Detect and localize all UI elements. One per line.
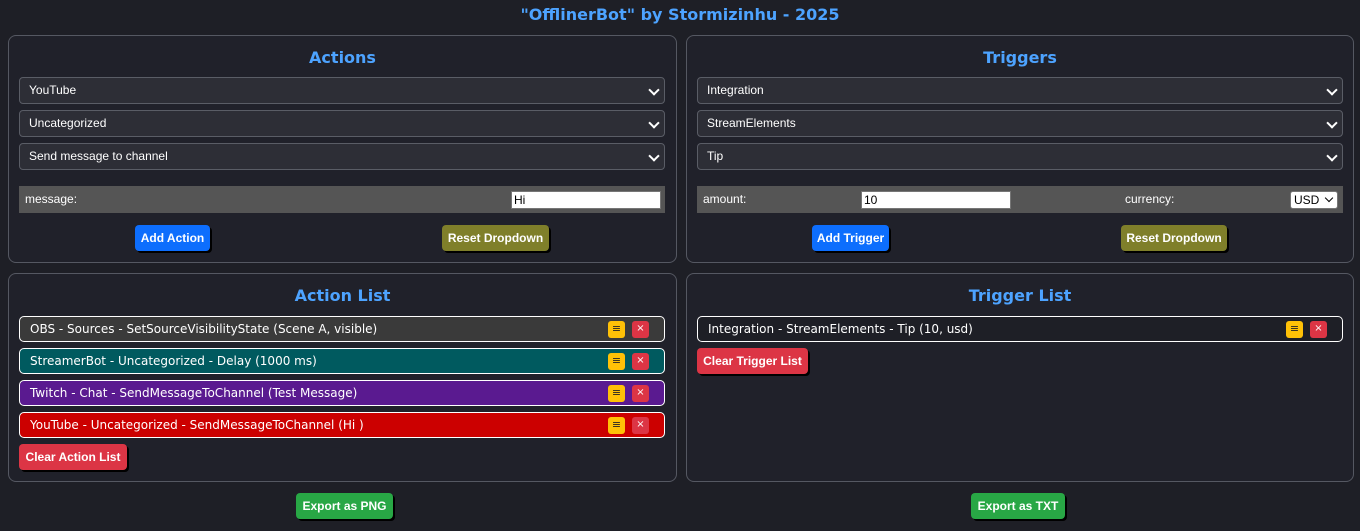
- edit-icon[interactable]: ≡: [608, 385, 625, 402]
- list-item-text: StreamerBot - Uncategorized - Delay (100…: [30, 354, 317, 368]
- list-item: StreamerBot - Uncategorized - Delay (100…: [19, 348, 665, 374]
- chevron-down-icon: [648, 84, 660, 96]
- currency-label: currency:: [1125, 192, 1175, 206]
- reset-dropdown-button[interactable]: Reset Dropdown: [442, 225, 549, 251]
- list-item: YouTube - Uncategorized - SendMessageToC…: [19, 412, 665, 438]
- currency-select[interactable]: USD: [1290, 191, 1338, 209]
- triggers-panel: Triggers Integration StreamElements Tip …: [686, 35, 1354, 263]
- delete-icon[interactable]: ×: [632, 353, 649, 370]
- message-field-row: message: Hi: [19, 186, 665, 213]
- edit-icon[interactable]: ≡: [1286, 321, 1303, 338]
- trigger-type-value: Integration: [707, 83, 764, 97]
- reset-trigger-dropdown-button[interactable]: Reset Dropdown: [1121, 225, 1227, 251]
- trigger-service-value: StreamElements: [707, 116, 796, 130]
- currency-value: USD: [1294, 193, 1320, 207]
- action-list-title: Action List: [294, 286, 391, 305]
- trigger-type-select[interactable]: Integration: [697, 77, 1343, 104]
- platform-select[interactable]: YouTube: [19, 77, 665, 104]
- delete-icon[interactable]: ×: [632, 321, 649, 338]
- list-item-text: YouTube - Uncategorized - SendMessageToC…: [30, 418, 364, 432]
- delete-icon[interactable]: ×: [632, 417, 649, 434]
- trigger-list-panel: Trigger List Integration - StreamElement…: [686, 273, 1354, 482]
- add-trigger-button[interactable]: Add Trigger: [812, 225, 889, 251]
- triggers-title: Triggers: [983, 48, 1057, 67]
- action-list-panel: Action List OBS - Sources - SetSourceVis…: [8, 273, 677, 482]
- message-label: message:: [25, 192, 78, 206]
- trigger-list-title: Trigger List: [968, 286, 1072, 305]
- edit-icon[interactable]: ≡: [608, 321, 625, 338]
- export-png-button[interactable]: Export as PNG: [296, 493, 393, 519]
- export-txt-button[interactable]: Export as TXT: [971, 493, 1065, 519]
- platform-select-value: YouTube: [29, 83, 77, 97]
- app-title: "OfflinerBot" by Stormizinhu - 2025: [520, 5, 840, 24]
- actions-panel: Actions YouTube Uncategorized Send messa…: [8, 35, 677, 263]
- chevron-down-icon: [1326, 117, 1338, 129]
- list-item: Integration - StreamElements - Tip (10, …: [697, 316, 1343, 342]
- chevron-down-icon: [1324, 193, 1334, 203]
- list-item: Twitch - Chat - SendMessageToChannel (Te…: [19, 380, 665, 406]
- chevron-down-icon: [1326, 150, 1338, 162]
- list-item: OBS - Sources - SetSourceVisibilityState…: [19, 316, 665, 342]
- action-select[interactable]: Send message to channel: [19, 143, 665, 170]
- chevron-down-icon: [648, 150, 660, 162]
- message-input[interactable]: Hi: [511, 191, 661, 209]
- trigger-event-select[interactable]: Tip: [697, 143, 1343, 170]
- list-item-text: Integration - StreamElements - Tip (10, …: [708, 322, 973, 336]
- trigger-event-value: Tip: [707, 149, 724, 163]
- category-select[interactable]: Uncategorized: [19, 110, 665, 137]
- action-select-value: Send message to channel: [29, 149, 168, 163]
- clear-action-list-button[interactable]: Clear Action List: [19, 444, 127, 470]
- clear-trigger-list-button[interactable]: Clear Trigger List: [697, 348, 808, 374]
- trigger-fields-row: amount: 10 currency: USD: [697, 186, 1343, 213]
- chevron-down-icon: [648, 117, 660, 129]
- add-action-button[interactable]: Add Action: [135, 225, 210, 251]
- chevron-down-icon: [1326, 84, 1338, 96]
- list-item-text: OBS - Sources - SetSourceVisibilityState…: [30, 322, 378, 336]
- trigger-service-select[interactable]: StreamElements: [697, 110, 1343, 137]
- edit-icon[interactable]: ≡: [608, 417, 625, 434]
- amount-input[interactable]: 10: [861, 191, 1011, 209]
- category-select-value: Uncategorized: [29, 116, 107, 130]
- amount-label: amount:: [703, 192, 747, 206]
- delete-icon[interactable]: ×: [1310, 321, 1327, 338]
- delete-icon[interactable]: ×: [632, 385, 649, 402]
- edit-icon[interactable]: ≡: [608, 353, 625, 370]
- list-item-text: Twitch - Chat - SendMessageToChannel (Te…: [30, 386, 358, 400]
- actions-title: Actions: [309, 48, 376, 67]
